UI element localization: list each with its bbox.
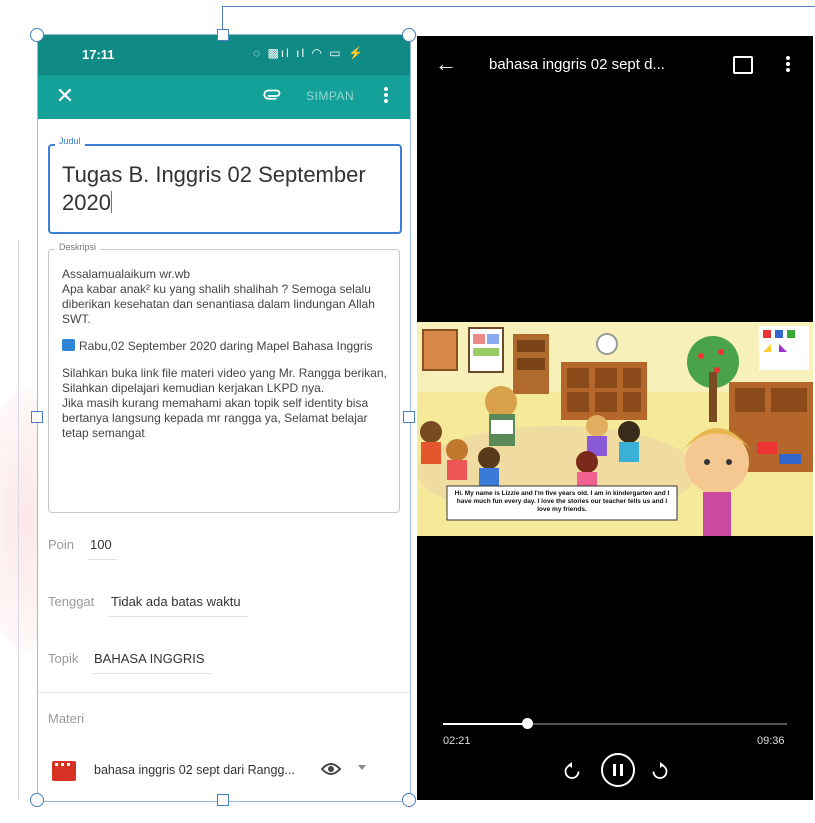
topic-value[interactable]: BAHASA INGGRIS — [94, 651, 205, 666]
film-icon — [52, 761, 76, 781]
subtitles-icon[interactable] — [733, 56, 753, 74]
topic-underline — [92, 673, 212, 674]
more-vert-icon[interactable] — [785, 54, 791, 76]
material-item-link[interactable]: bahasa inggris 02 sept dari Rangg... — [94, 763, 295, 777]
description-field-label: Deskripsi — [55, 242, 101, 252]
points-label: Poin — [48, 537, 75, 552]
status-time: 17:11 — [82, 47, 115, 62]
section-divider — [38, 692, 410, 693]
eye-icon[interactable] — [321, 762, 341, 776]
video-frame[interactable]: Hi. My name is Lizzie and I'm five years… — [417, 322, 813, 536]
rewind-10-icon[interactable] — [563, 762, 581, 780]
dropdown-icon[interactable] — [358, 765, 366, 770]
topic-label: Topik — [48, 651, 79, 666]
points-underline — [88, 559, 118, 560]
video-title: bahasa inggris 02 sept d... — [489, 56, 665, 73]
resize-handle-corner[interactable] — [30, 28, 44, 42]
resize-handle-edge[interactable] — [217, 29, 229, 41]
app-bar: ✕ SIMPAN — [38, 75, 410, 119]
more-vert-icon[interactable] — [382, 85, 390, 109]
status-bar: 17:11 ◌ ▩ıl ıl ◠ ▭ ⚡ — [38, 35, 410, 75]
seek-bar-progress — [443, 723, 527, 725]
save-button[interactable]: SIMPAN — [306, 89, 354, 103]
description-paragraph: Silahkan buka link file materi video yan… — [62, 366, 387, 440]
video-player-screenshot: ← bahasa inggris 02 sept d... Hi. My nam… — [417, 36, 813, 800]
title-input[interactable]: Tugas B. Inggris 02 September 2020 — [62, 161, 392, 217]
resize-handle-edge[interactable] — [403, 411, 415, 423]
pause-icon[interactable] — [601, 753, 635, 787]
materials-label: Materi — [48, 711, 85, 726]
title-field-label: Judul — [55, 136, 85, 146]
frame-line-top — [222, 6, 815, 7]
due-label: Tenggat — [48, 594, 95, 609]
back-arrow-icon[interactable]: ← — [435, 52, 457, 76]
forward-10-icon[interactable] — [651, 762, 669, 780]
description-date-line: Rabu,02 September 2020 daring Mapel Baha… — [62, 339, 388, 354]
resize-handle-edge[interactable] — [217, 794, 229, 806]
attach-icon[interactable] — [262, 85, 284, 107]
calendar-icon — [62, 339, 75, 351]
video-caption: Hi. My name is Lizzie and I'm five years… — [454, 490, 670, 513]
due-value[interactable]: Tidak ada batas waktu — [111, 594, 241, 609]
close-icon[interactable]: ✕ — [52, 83, 78, 109]
description-text[interactable]: Assalamualaikum wr.wb Apa kabar anak² ku… — [62, 267, 388, 453]
frame-line-left — [18, 240, 19, 800]
title-input-value: Tugas B. Inggris 02 September 2020 — [62, 162, 366, 215]
resize-handle-corner[interactable] — [402, 28, 416, 42]
seek-bar-thumb[interactable] — [522, 718, 533, 729]
text-cursor — [110, 191, 112, 213]
current-time: 02:21 — [443, 735, 471, 747]
due-underline — [108, 616, 248, 617]
description-paragraph: Rabu,02 September 2020 daring Mapel Baha… — [79, 339, 373, 353]
resize-handle-edge[interactable] — [31, 411, 43, 423]
description-paragraph: Assalamualaikum wr.wb Apa kabar anak² ku… — [62, 267, 375, 326]
classroom-phone-screenshot: 17:11 ◌ ▩ıl ıl ◠ ▭ ⚡ ✕ SIMPAN Judul Tuga… — [37, 34, 411, 802]
resize-handle-corner[interactable] — [30, 793, 44, 807]
resize-handle-corner[interactable] — [402, 793, 416, 807]
status-icons: ◌ ▩ıl ıl ◠ ▭ ⚡ — [253, 46, 365, 60]
points-input[interactable]: 100 — [90, 537, 112, 552]
duration-time: 09:36 — [757, 735, 785, 747]
